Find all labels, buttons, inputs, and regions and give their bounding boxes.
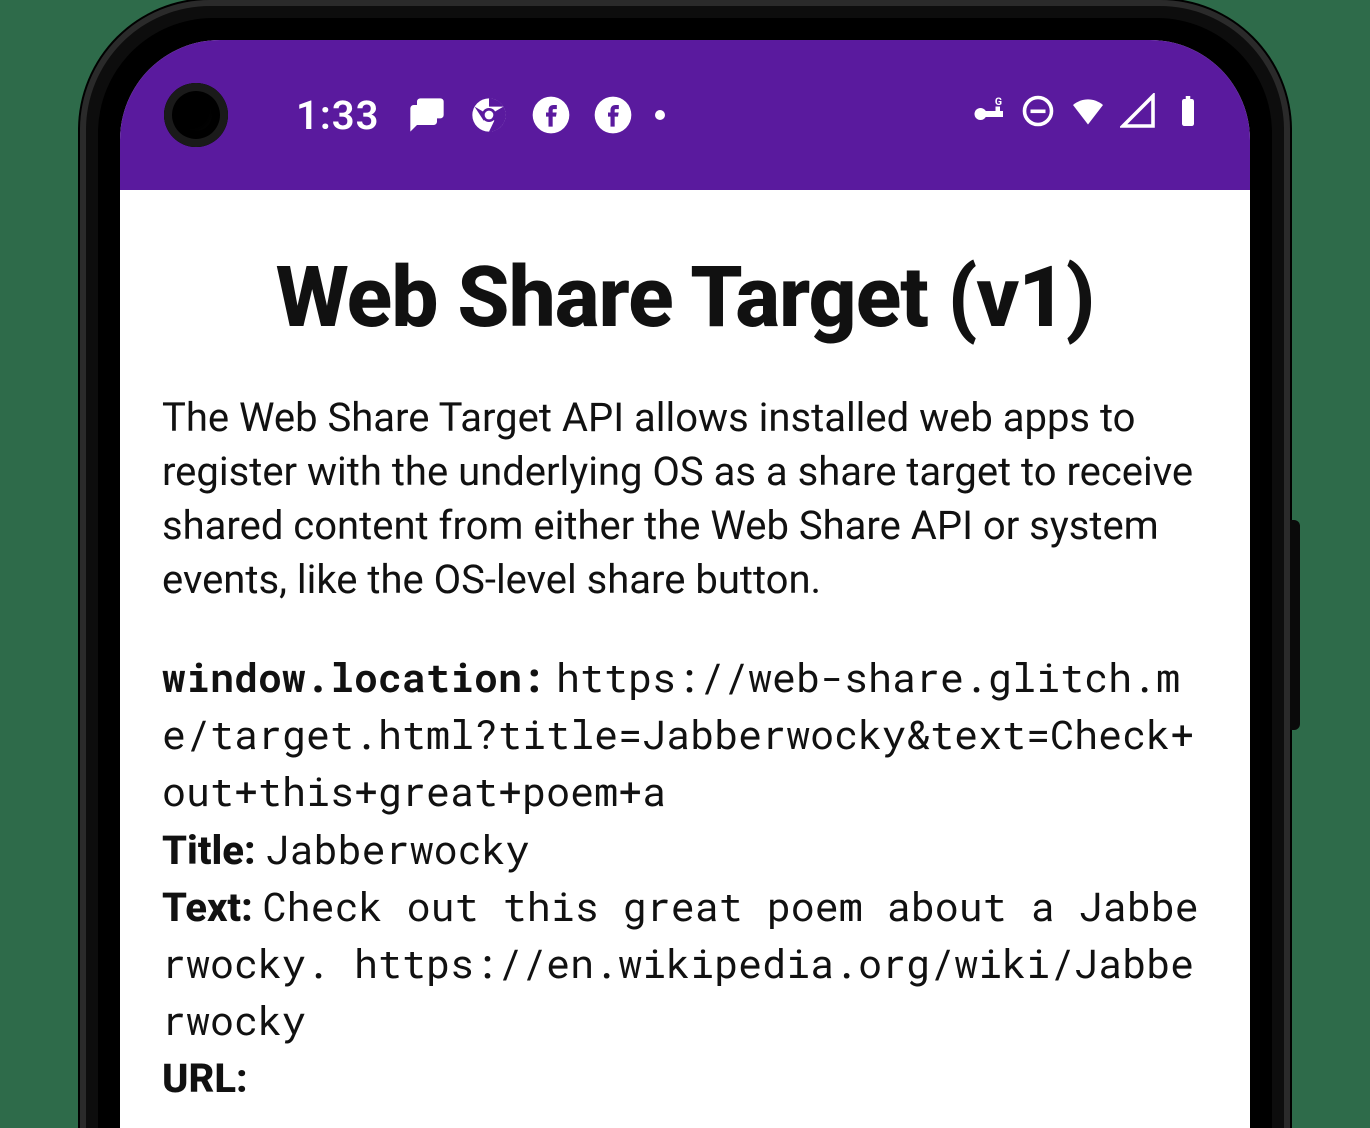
- share-url-label: URL:: [162, 1055, 248, 1102]
- share-location-label: window.location:: [162, 650, 546, 703]
- status-bar-right: G: [970, 93, 1206, 138]
- status-bar: 1:33 G: [120, 40, 1250, 190]
- share-text-value: Check out this great poem about a Jabber…: [162, 879, 1199, 1046]
- svg-text:G: G: [995, 95, 1002, 108]
- page-content: Web Share Target (v1) The Web Share Targ…: [120, 190, 1250, 1107]
- dnd-icon: [1020, 93, 1056, 138]
- vpn-key-icon: G: [970, 93, 1006, 138]
- share-title-row: Title: Jabberwocky: [162, 821, 1208, 878]
- messages-icon: [407, 95, 447, 135]
- phone-mockup: 1:33 G: [80, 0, 1290, 1128]
- cell-signal-icon: [1120, 93, 1156, 138]
- share-url-row: URL:: [162, 1049, 1208, 1106]
- share-title-value: Jabberwocky: [266, 822, 530, 875]
- chrome-icon: [469, 95, 509, 135]
- share-data-block: window.location: https://web-share.glitc…: [162, 649, 1208, 1107]
- page-title: Web Share Target (v1): [162, 248, 1208, 347]
- phone-side-button: [1290, 520, 1300, 730]
- camera-hole: [164, 83, 228, 147]
- more-notifications-icon: [655, 110, 665, 120]
- share-text-row: Text: Check out this great poem about a …: [162, 878, 1208, 1050]
- share-location-row: window.location: https://web-share.glitc…: [162, 649, 1208, 821]
- page-description: The Web Share Target API allows installe…: [162, 391, 1208, 607]
- share-text-label: Text:: [162, 884, 253, 931]
- status-clock: 1:33: [296, 92, 379, 139]
- battery-icon: [1170, 93, 1206, 138]
- wifi-icon: [1070, 93, 1106, 138]
- status-bar-left: 1:33: [296, 92, 665, 139]
- facebook-icon: [531, 95, 571, 135]
- share-title-label: Title:: [162, 827, 256, 874]
- facebook-icon: [593, 95, 633, 135]
- phone-screen: 1:33 G: [120, 40, 1250, 1128]
